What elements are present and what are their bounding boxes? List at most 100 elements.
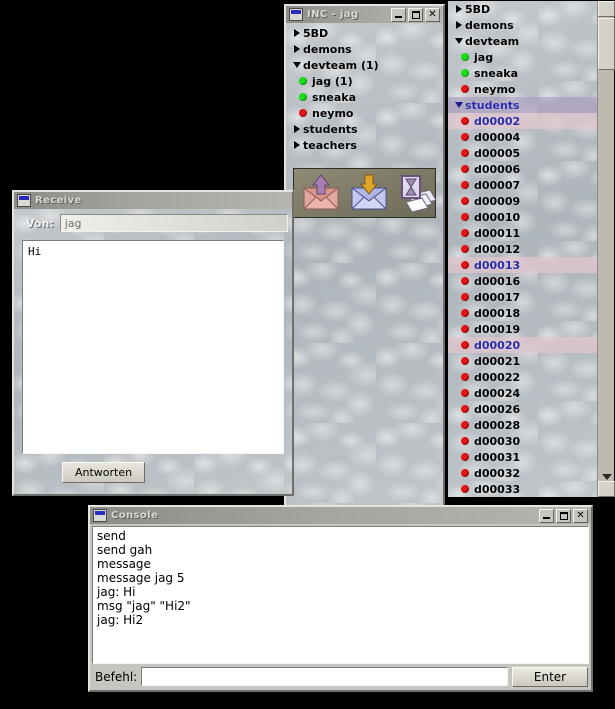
chevron-down-icon[interactable]: [290, 62, 303, 68]
status-offline-icon: [461, 165, 469, 173]
tree-user-row[interactable]: d00013: [448, 257, 597, 273]
tree-group-row[interactable]: 5BD: [448, 1, 597, 17]
tree-user-row[interactable]: d00020: [448, 337, 597, 353]
tree-row-label: 5BD: [465, 2, 491, 16]
tree-group-row[interactable]: demons: [448, 17, 597, 33]
console-log-line: jag: Hi: [97, 585, 136, 599]
tree-group-row[interactable]: devteam: [448, 33, 597, 49]
minimize-icon[interactable]: [539, 508, 554, 523]
reply-button[interactable]: Antworten: [62, 461, 146, 483]
inc-toolbar[interactable]: [293, 168, 438, 218]
tree-user-row[interactable]: neymo: [448, 81, 597, 97]
tree-row-label: neymo: [312, 106, 354, 120]
chevron-right-icon[interactable]: [290, 141, 303, 149]
tree-user-row[interactable]: d00032: [448, 465, 597, 481]
tree-user-row[interactable]: neymo: [286, 105, 443, 121]
status-offline-icon: [461, 453, 469, 461]
buddy-list-tree[interactable]: 5BD demons devteam jag sneaka neymo students d0…: [448, 1, 597, 497]
tree-user-row[interactable]: d00019: [448, 321, 597, 337]
tree-row-label: d00004: [474, 130, 521, 144]
maximize-icon[interactable]: [556, 508, 571, 523]
console-output: send send gah message message jag 5 jag: Hi m…: [92, 526, 589, 664]
tree-user-row[interactable]: d00033: [448, 481, 597, 497]
tree-user-row[interactable]: jag (1): [286, 73, 443, 89]
inc-tree[interactable]: 5BD demons devteam (1) jag (1) sneaka neymo st…: [286, 23, 443, 516]
tree-row-label: d00012: [474, 242, 521, 256]
chevron-right-icon[interactable]: [452, 21, 465, 29]
minimize-icon[interactable]: [391, 7, 406, 22]
chevron-right-icon[interactable]: [452, 5, 465, 13]
chevron-down-icon[interactable]: [452, 102, 465, 108]
tree-user-row[interactable]: d00024: [448, 385, 597, 401]
tree-row-label: d00017: [474, 290, 521, 304]
console-body: send send gah message message jag 5 jag: Hi m…: [90, 524, 591, 690]
console-log-line: send: [97, 529, 126, 543]
receive-mail-icon[interactable]: [348, 174, 390, 212]
scroll-up-icon[interactable]: [598, 1, 615, 17]
send-mail-icon[interactable]: [300, 174, 342, 212]
enter-button[interactable]: Enter: [512, 666, 588, 687]
status-online-icon: [299, 93, 307, 101]
tree-user-row[interactable]: d00026: [448, 401, 597, 417]
receive-body: Von: jag Hi Antworten: [14, 209, 292, 494]
tree-user-row[interactable]: sneaka: [448, 65, 597, 81]
command-input[interactable]: [141, 667, 508, 686]
tree-user-row[interactable]: d00005: [448, 145, 597, 161]
buddy-list-scrollbar[interactable]: [597, 1, 615, 497]
tree-user-row[interactable]: d00017: [448, 289, 597, 305]
tree-user-row[interactable]: d00004: [448, 129, 597, 145]
tree-user-row[interactable]: d00002: [448, 113, 597, 129]
tree-user-row[interactable]: d00012: [448, 241, 597, 257]
console-window[interactable]: Console ✕ send send gah message message jag…: [88, 505, 593, 692]
tree-row-label: d00002: [474, 114, 521, 128]
scroll-down-icon[interactable]: [598, 481, 615, 497]
tree-group-row[interactable]: students: [286, 121, 443, 137]
console-titlebar[interactable]: Console ✕: [90, 507, 591, 524]
chevron-down-icon[interactable]: [452, 38, 465, 44]
receive-window[interactable]: Receive Von: jag Hi Antworten: [12, 190, 294, 496]
tree-group-row[interactable]: demons: [286, 41, 443, 57]
inc-titlebar[interactable]: INC - jag ✕: [286, 6, 443, 23]
tree-row-label: d00013: [474, 258, 521, 272]
tree-user-row[interactable]: d00007: [448, 177, 597, 193]
window-icon: [289, 8, 303, 21]
chevron-right-icon[interactable]: [290, 125, 303, 133]
chevron-right-icon[interactable]: [290, 29, 303, 37]
tree-user-row[interactable]: d00018: [448, 305, 597, 321]
maximize-icon[interactable]: [408, 7, 423, 22]
console-log-line: send gah: [97, 543, 153, 557]
tree-user-row[interactable]: d00021: [448, 353, 597, 369]
tree-user-row[interactable]: d00022: [448, 369, 597, 385]
tree-user-row[interactable]: d00010: [448, 209, 597, 225]
inc-window[interactable]: INC - jag ✕ 5BD demons devteam (1) jag (1) s…: [284, 4, 445, 518]
tree-user-row[interactable]: d00006: [448, 161, 597, 177]
close-icon[interactable]: ✕: [425, 7, 440, 22]
tree-user-row[interactable]: jag: [448, 49, 597, 65]
tree-user-row[interactable]: d00030: [448, 433, 597, 449]
tree-user-row[interactable]: d00011: [448, 225, 597, 241]
tree-row-label: d00022: [474, 370, 521, 384]
status-offline-icon: [461, 245, 469, 253]
chevron-right-icon[interactable]: [290, 45, 303, 53]
receive-titlebar[interactable]: Receive: [14, 192, 292, 209]
tree-group-row[interactable]: devteam (1): [286, 57, 443, 73]
tree-group-row[interactable]: 5BD: [286, 25, 443, 41]
window-icon: [93, 509, 107, 522]
close-icon[interactable]: ✕: [573, 508, 588, 523]
tree-user-row[interactable]: d00028: [448, 417, 597, 433]
tree-group-row[interactable]: students: [448, 97, 597, 113]
tree-group-row[interactable]: teachers: [286, 137, 443, 153]
tree-user-row[interactable]: d00031: [448, 449, 597, 465]
status-offline-icon: [461, 197, 469, 205]
tree-user-row[interactable]: sneaka: [286, 89, 443, 105]
from-field[interactable]: jag: [59, 214, 288, 232]
scrollbar-thumb[interactable]: [598, 18, 615, 70]
tree-user-row[interactable]: d00009: [448, 193, 597, 209]
inc-tree-rows: 5BD demons devteam (1) jag (1) sneaka neymo st…: [286, 25, 443, 153]
message-text: Hi: [22, 240, 284, 454]
pending-mail-icon[interactable]: [396, 174, 438, 213]
console-log-line: message jag 5: [97, 571, 185, 585]
tree-row-label: d00019: [474, 322, 521, 336]
tree-user-row[interactable]: d00016: [448, 273, 597, 289]
tree-row-label: d00010: [474, 210, 521, 224]
